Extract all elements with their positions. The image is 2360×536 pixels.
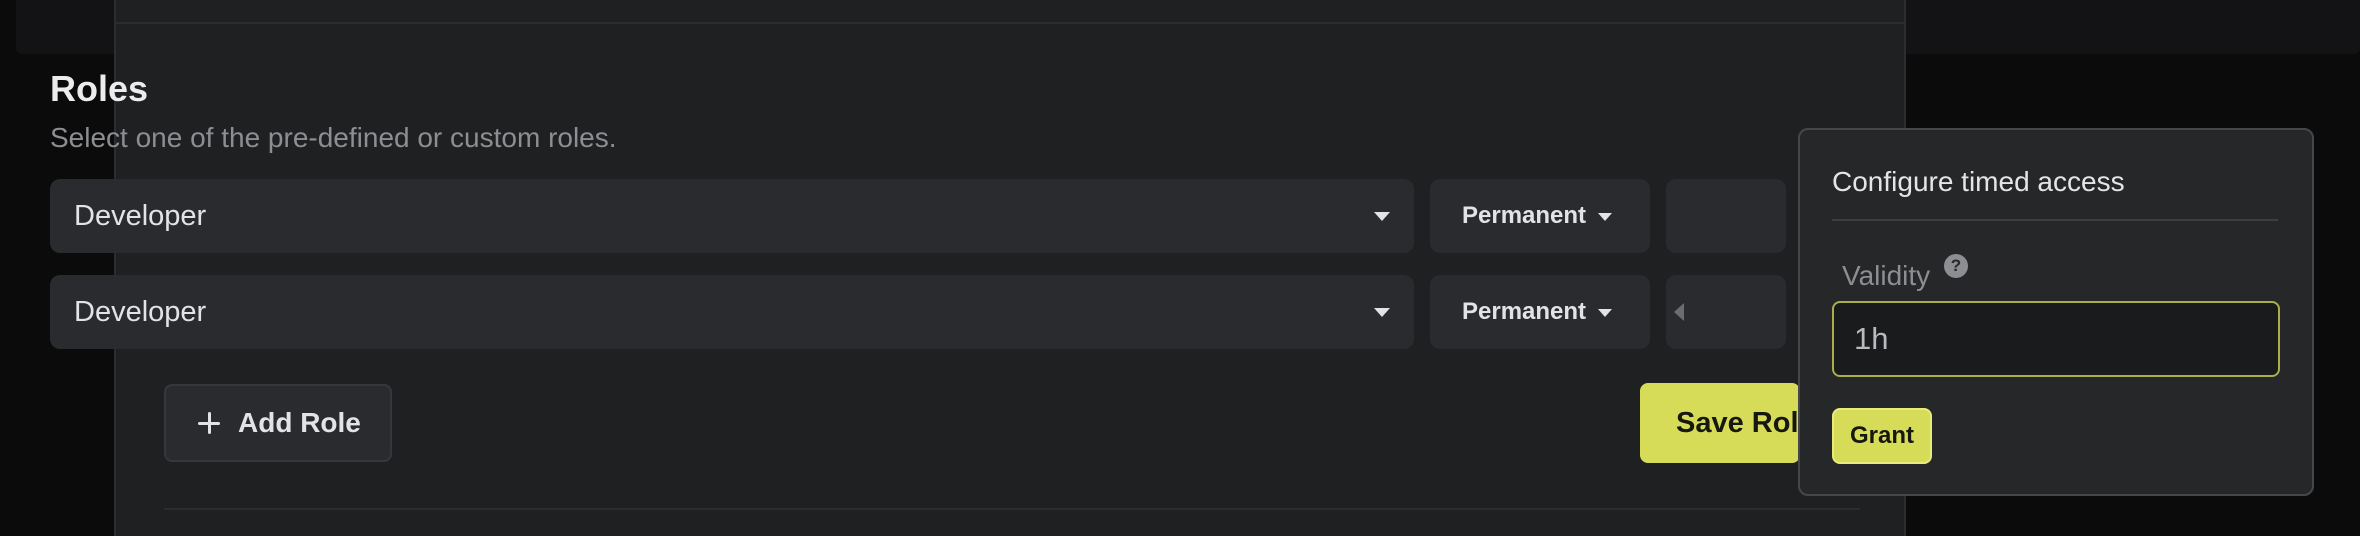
chevron-left-icon <box>1674 303 1684 321</box>
help-icon[interactable]: ? <box>1944 254 1968 278</box>
validity-input[interactable] <box>1832 301 2280 377</box>
role-select-value: Developer <box>74 295 207 328</box>
divider <box>116 22 1904 24</box>
role-select-value: Developer <box>74 199 207 232</box>
plus-icon <box>198 412 220 434</box>
validity-label: Validity <box>1842 260 1931 291</box>
chevron-down-icon <box>1598 309 1612 317</box>
role-row: Developer Permanent <box>50 179 1850 253</box>
chevron-down-icon <box>1374 308 1390 317</box>
row-action-button[interactable] <box>1666 179 1786 253</box>
add-role-label: Add Role <box>238 407 361 438</box>
duration-select-value: Permanent <box>1462 298 1587 325</box>
role-select[interactable]: Developer <box>50 179 1414 253</box>
chevron-down-icon <box>1374 212 1390 221</box>
timed-access-popover: Configure timed access Validity ? Grant <box>1798 128 2314 496</box>
popover-title: Configure timed access <box>1832 166 2125 197</box>
duration-select-value: Permanent <box>1462 202 1587 229</box>
roles-title: Roles <box>50 68 149 109</box>
role-select[interactable]: Developer <box>50 275 1414 349</box>
add-role-button[interactable]: Add Role <box>164 384 392 462</box>
chevron-down-icon <box>1598 213 1612 221</box>
row-action-button[interactable] <box>1666 275 1786 349</box>
save-roles-button[interactable]: Save Roles <box>1640 383 1800 463</box>
save-roles-label: Save Roles <box>1676 406 1800 439</box>
divider <box>1832 219 2278 221</box>
divider <box>164 508 1860 510</box>
duration-select[interactable]: Permanent <box>1430 275 1650 349</box>
role-row: Developer Permanent <box>50 275 1850 349</box>
roles-subtitle: Select one of the pre-defined or custom … <box>50 122 617 153</box>
grant-button[interactable]: Grant <box>1832 408 1932 464</box>
duration-select[interactable]: Permanent <box>1430 179 1650 253</box>
